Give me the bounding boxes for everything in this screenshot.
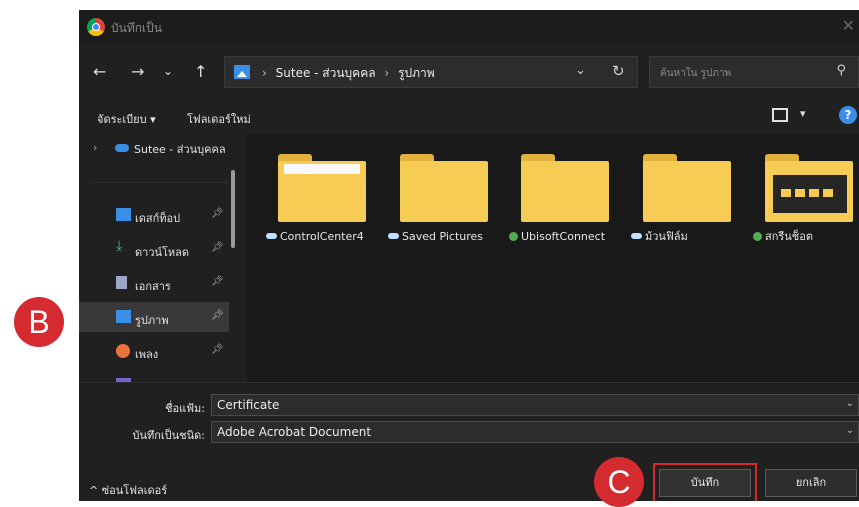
- sidebar-item-label: Sutee - ส่วนบุคคล: [134, 143, 226, 156]
- folder-item[interactable]: ControlCenter4: [266, 154, 390, 304]
- pin-icon[interactable]: 📌︎: [211, 208, 224, 219]
- sidebar-item-label: ดาวน์โหลด: [135, 246, 190, 259]
- up-arrow-icon[interactable]: ↑: [194, 62, 207, 81]
- synced-status-icon: [509, 232, 518, 241]
- sidebar-item-documents[interactable]: เอกสาร 📌︎: [79, 268, 229, 298]
- expand-chevron-icon[interactable]: ›: [93, 141, 97, 154]
- sidebar-item-music[interactable]: เพลง 📌︎: [79, 336, 229, 366]
- navigation-bar: ← → ⌄ ↑ › Sutee - ส่วนบุคคล › รูปภาพ ⌄ ↻…: [79, 44, 859, 100]
- organize-menu-button[interactable]: จัดระเบียบ ▾: [97, 110, 156, 128]
- folder-icon: [765, 154, 853, 222]
- view-dropdown-icon[interactable]: ▾: [800, 107, 806, 120]
- folder-item[interactable]: สกรีนช็อต: [753, 154, 859, 304]
- sidebar-item-label: เอกสาร: [135, 280, 171, 293]
- highlight-box: [653, 463, 757, 501]
- screenshot-thumbnail: [773, 175, 847, 213]
- sidebar-item-pictures[interactable]: รูปภาพ 📌︎: [79, 302, 229, 332]
- help-icon[interactable]: ?: [839, 106, 857, 124]
- sidebar-item-videos[interactable]: [79, 370, 229, 382]
- file-type-label: บันทึกเป็นชนิด:: [132, 429, 205, 442]
- address-bar[interactable]: › Sutee - ส่วนบุคคล › รูปภาพ ⌄ ↻: [224, 56, 638, 88]
- breadcrumb-separator-icon: ›: [262, 66, 267, 80]
- save-as-dialog: บันทึกเป็น ✕ ← → ⌄ ↑ › Sutee - ส่วนบุคคล…: [79, 10, 859, 501]
- folder-name: UbisoftConnect: [521, 230, 606, 243]
- pin-icon[interactable]: 📌︎: [211, 310, 224, 321]
- folder-icon: [521, 154, 609, 222]
- pictures-icon: [234, 65, 250, 79]
- recent-locations-chevron-icon[interactable]: ⌄: [163, 64, 173, 78]
- folder-item[interactable]: Saved Pictures: [388, 154, 512, 304]
- folder-name: ม้วนฟิล์ม: [645, 230, 688, 243]
- chevron-down-icon[interactable]: ⌄: [846, 398, 854, 409]
- desktop-icon: [116, 208, 131, 221]
- file-type-select[interactable]: Adobe Acrobat Document ⌄: [211, 421, 859, 443]
- sidebar-item-label: เดสก์ท็อป: [135, 212, 181, 225]
- pin-icon[interactable]: 📌︎: [211, 276, 224, 287]
- chevron-down-icon[interactable]: ⌄: [575, 63, 586, 78]
- cancel-button[interactable]: ยกเลิก: [765, 469, 857, 497]
- annotation-marker-b: B: [14, 297, 64, 347]
- search-placeholder: ค้นหาใน รูปภาพ: [660, 68, 732, 79]
- download-icon: ⤓: [116, 238, 123, 254]
- folder-name: สกรีนช็อต: [765, 230, 814, 243]
- folder-name: Saved Pictures: [402, 230, 484, 243]
- dialog-title: บันทึกเป็น: [111, 21, 162, 35]
- pictures-icon: [116, 310, 131, 323]
- folder-icon: [278, 154, 366, 222]
- file-type-value: Adobe Acrobat Document: [217, 425, 372, 439]
- navigation-pane: › Sutee - ส่วนบุคคล เดสก์ท็อป 📌︎ ⤓ ดาวน์…: [79, 134, 237, 382]
- cloud-status-icon: [266, 233, 277, 239]
- new-folder-button[interactable]: โฟลเดอร์ใหม่: [187, 110, 251, 128]
- chevron-down-icon[interactable]: ⌄: [846, 425, 854, 436]
- breadcrumb-item-pictures[interactable]: รูปภาพ: [398, 66, 435, 80]
- annotation-marker-c: C: [594, 457, 644, 507]
- sidebar-item-onedrive[interactable]: › Sutee - ส่วนบุคคล: [79, 134, 237, 160]
- divider: [89, 182, 229, 183]
- filename-label: ชื่อแฟ้ม:: [165, 402, 205, 415]
- folder-icon: [400, 154, 488, 222]
- sidebar-item-label: รูปภาพ: [135, 314, 169, 327]
- chrome-icon: [87, 18, 105, 36]
- title-bar: บันทึกเป็น ✕: [79, 10, 859, 44]
- view-icon[interactable]: [772, 108, 788, 122]
- command-bar: จัดระเบียบ ▾ โฟลเดอร์ใหม่ ▾ ?: [79, 100, 859, 134]
- back-arrow-icon[interactable]: ←: [93, 62, 106, 81]
- breadcrumb: › Sutee - ส่วนบุคคล › รูปภาพ: [257, 64, 435, 83]
- forward-arrow-icon[interactable]: →: [131, 62, 144, 81]
- pin-icon[interactable]: 📌︎: [211, 344, 224, 355]
- breadcrumb-separator-icon: ›: [384, 66, 390, 80]
- filename-value: Certificate: [217, 398, 280, 412]
- sidebar-item-label: เพลง: [135, 348, 159, 361]
- pin-icon[interactable]: 📌︎: [211, 242, 224, 253]
- search-box[interactable]: ค้นหาใน รูปภาพ ⚲: [649, 56, 859, 88]
- refresh-icon[interactable]: ↻: [612, 62, 625, 80]
- filename-field[interactable]: Certificate ⌄: [211, 394, 859, 416]
- search-icon[interactable]: ⚲: [836, 63, 846, 78]
- document-icon: [116, 276, 127, 289]
- close-icon[interactable]: ✕: [842, 16, 855, 35]
- cloud-status-icon: [631, 233, 642, 239]
- folder-name: ControlCenter4: [280, 230, 364, 243]
- synced-status-icon: [753, 232, 762, 241]
- music-icon: [116, 344, 130, 358]
- folder-icon: [643, 154, 731, 222]
- hide-folders-button[interactable]: ^ ซ่อนโฟลเดอร์: [89, 481, 167, 499]
- sidebar-item-downloads[interactable]: ⤓ ดาวน์โหลด 📌︎: [79, 234, 229, 264]
- save-options-panel: ชื่อแฟ้ม: Certificate ⌄ บันทึกเป็นชนิด: …: [79, 382, 859, 501]
- folder-item[interactable]: UbisoftConnect: [509, 154, 633, 304]
- cloud-icon: [115, 144, 129, 152]
- folder-item[interactable]: ม้วนฟิล์ม: [631, 154, 755, 304]
- sidebar-scrollbar[interactable]: [231, 170, 235, 248]
- file-list: ControlCenter4 Saved Pictures UbisoftCon…: [247, 134, 859, 382]
- sidebar-item-desktop[interactable]: เดสก์ท็อป 📌︎: [79, 200, 229, 230]
- cloud-status-icon: [388, 233, 399, 239]
- breadcrumb-item-user[interactable]: Sutee - ส่วนบุคคล: [276, 66, 376, 80]
